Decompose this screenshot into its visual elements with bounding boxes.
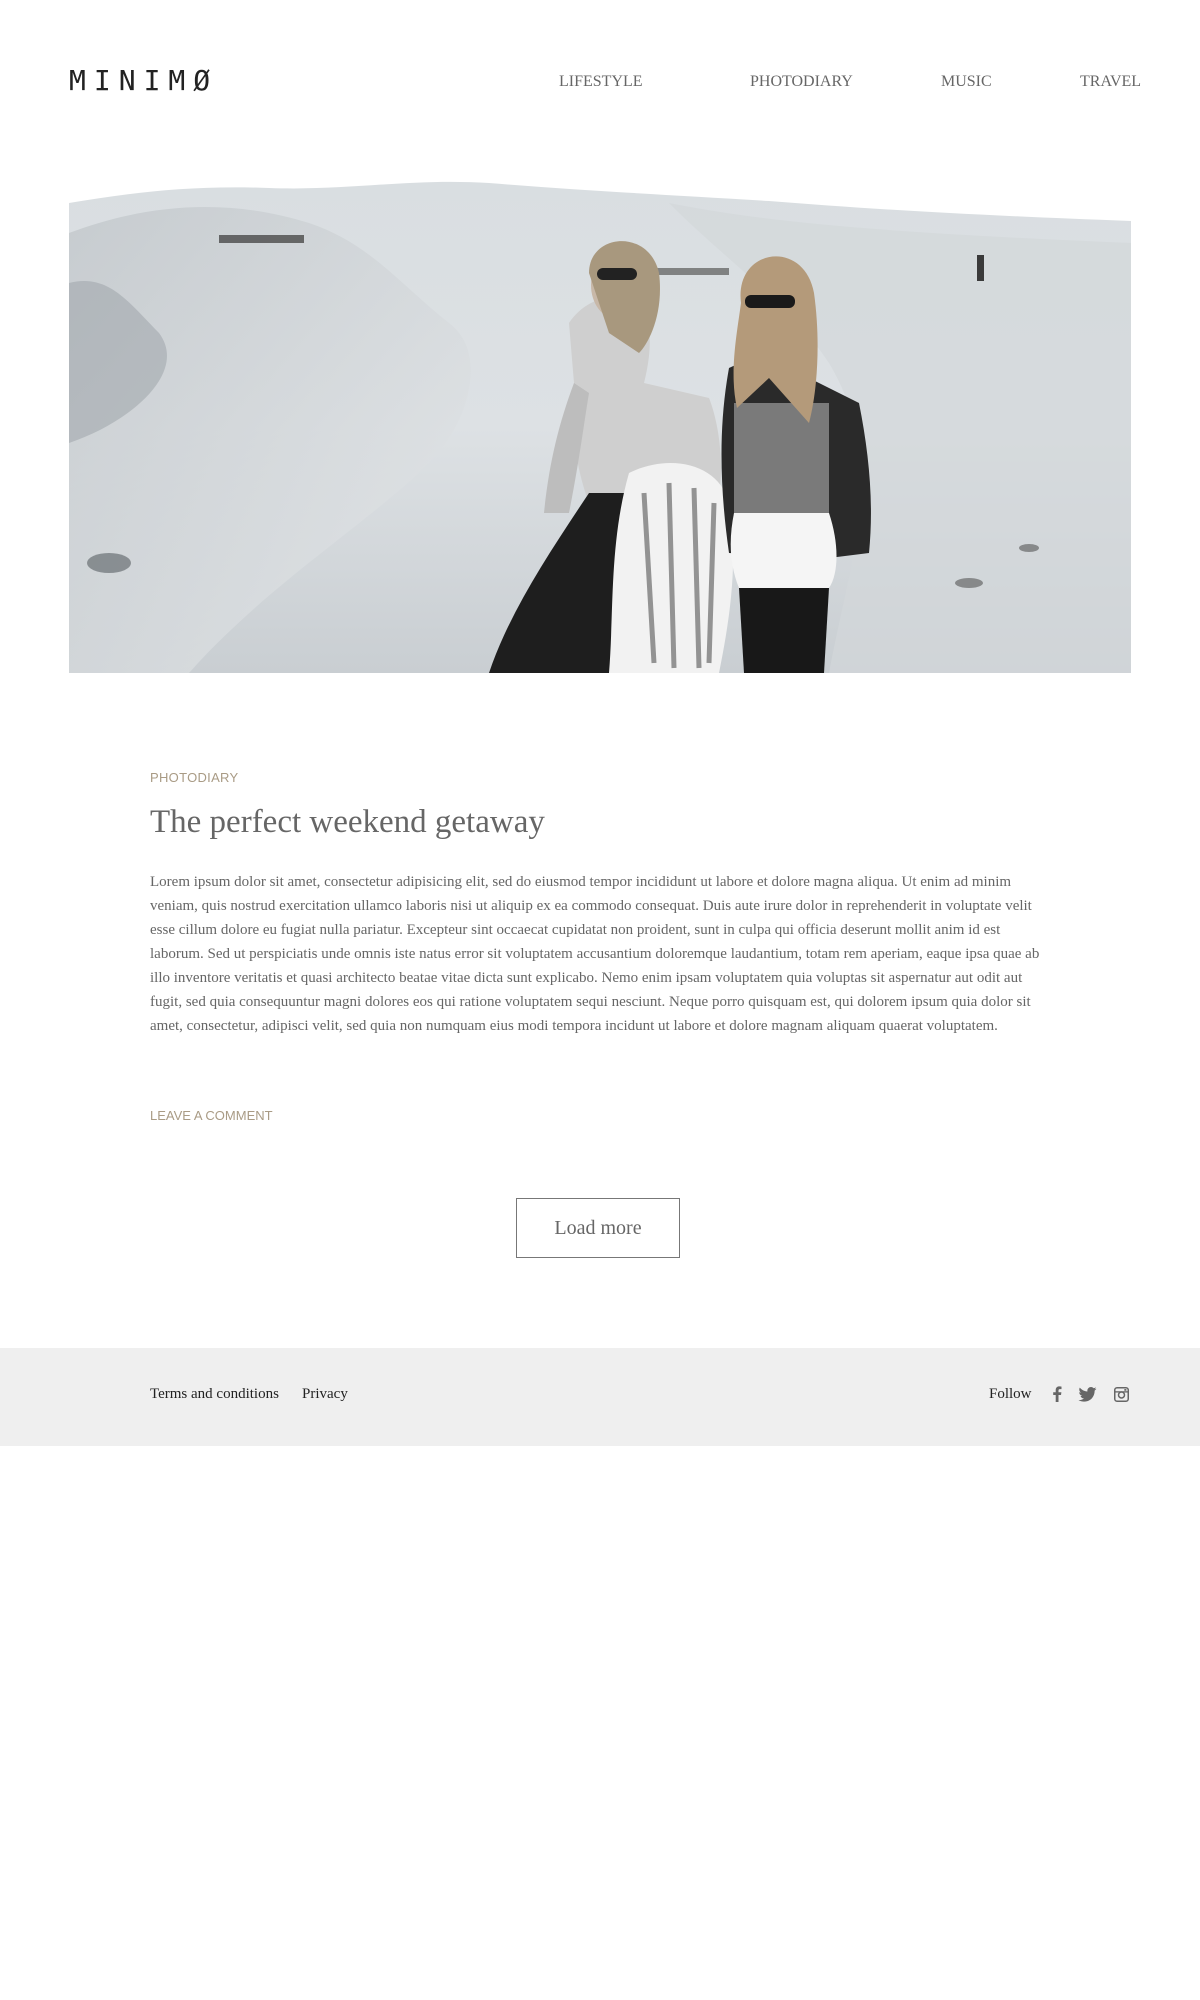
privacy-link[interactable]: Privacy (302, 1384, 348, 1404)
facebook-icon[interactable] (1047, 1384, 1067, 1404)
site-header: MINIMØ LIFESTYLE PHOTODIARY MUSIC TRAVEL (0, 0, 1200, 160)
nav-music[interactable]: MUSIC (941, 72, 992, 92)
post-body: Lorem ipsum dolor sit amet, consectetur … (150, 874, 1040, 1034)
post-category[interactable]: PHOTODIARY (150, 770, 238, 785)
twitter-icon[interactable] (1077, 1384, 1097, 1404)
site-logo[interactable]: MINIMØ (69, 64, 218, 98)
hero-photo (69, 163, 1131, 673)
nav-lifestyle[interactable]: LIFESTYLE (559, 72, 643, 92)
load-more-button[interactable]: Load more (516, 1198, 680, 1258)
leave-comment-link[interactable]: LEAVE A COMMENT (150, 1108, 273, 1123)
nav-travel[interactable]: TRAVEL (1080, 72, 1141, 92)
hero-image (69, 163, 1131, 673)
post-title[interactable]: The perfect weekend getaway (150, 804, 545, 841)
instagram-icon[interactable] (1111, 1384, 1131, 1404)
site-footer: Terms and conditions Privacy Follow (0, 1348, 1200, 1446)
nav-photodiary[interactable]: PHOTODIARY (750, 72, 853, 92)
terms-link[interactable]: Terms and conditions (150, 1384, 279, 1404)
follow-label: Follow (989, 1386, 1032, 1402)
